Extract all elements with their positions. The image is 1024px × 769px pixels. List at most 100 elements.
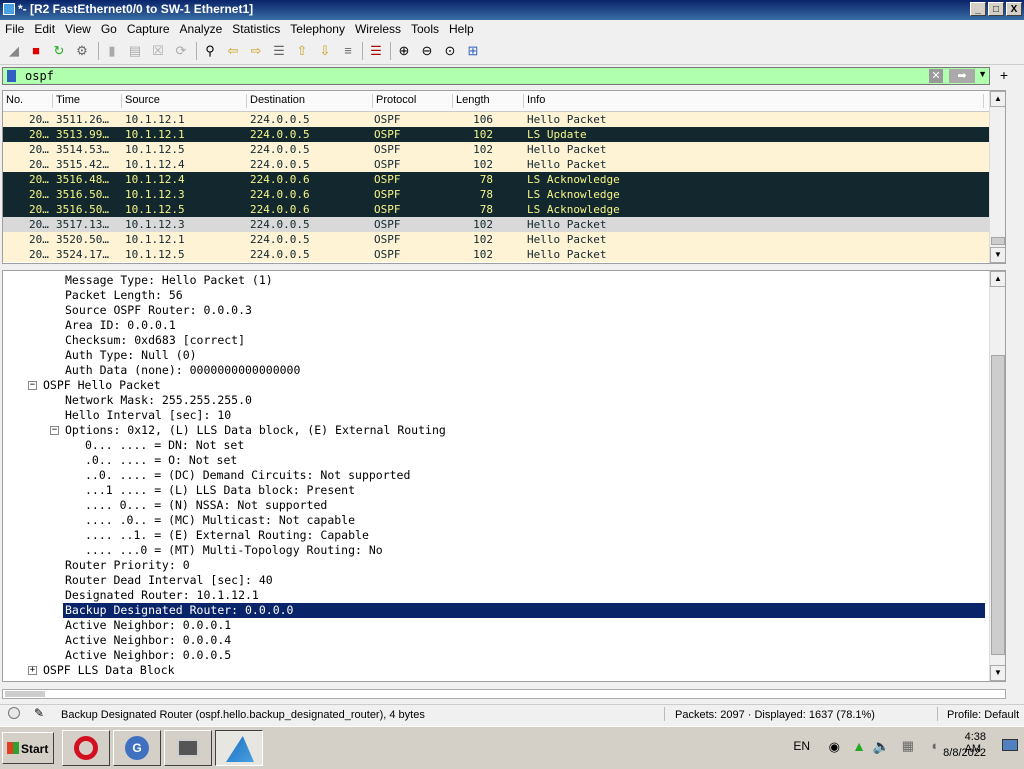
menu-edit[interactable]: Edit (29, 20, 60, 36)
edit-comment-icon[interactable]: ✎ (34, 706, 44, 720)
detail-line[interactable]: Network Mask: 255.255.255.0 (65, 393, 252, 408)
go-to-packet-icon[interactable]: ☰ (271, 43, 287, 59)
column-protocol[interactable]: Protocol (373, 94, 453, 108)
packet-row[interactable]: 20… 3516.50… 10.1.12.3 224.0.0.6 OSPF 78 LS Ac… (3, 187, 1005, 202)
menu-wireless[interactable]: Wireless (350, 20, 406, 36)
status-profile[interactable]: Profile: Default (947, 709, 1019, 721)
start-button[interactable]: Start (2, 732, 54, 764)
display-filter-input[interactable]: ospf ✕ ➡ ▼ (2, 67, 990, 85)
detail-line[interactable]: Checksum: 0xd683 [correct] (65, 333, 245, 348)
menu-statistics[interactable]: Statistics (227, 20, 285, 36)
detail-line[interactable]: .... 0... = (N) NSSA: Not supported (85, 498, 327, 513)
collapse-icon[interactable]: − (50, 426, 59, 435)
expand-icon[interactable]: + (28, 666, 37, 675)
detail-line[interactable]: ..0. .... = (DC) Demand Circuits: Not su… (85, 468, 410, 483)
reload-file-icon[interactable]: ⟳ (173, 43, 189, 59)
filter-history-dropdown-icon[interactable]: ▼ (978, 69, 987, 79)
packet-row[interactable]: 20… 3520.50… 10.1.12.1 224.0.0.5 OSPF 102 Hell… (3, 232, 1005, 247)
normal-size-icon[interactable]: ⊙ (442, 43, 458, 59)
packet-list-scrollbar[interactable]: ▲ ▼ (989, 91, 1005, 263)
autoscroll-icon[interactable]: ≡ (340, 43, 356, 59)
detail-line[interactable]: OSPF LLS Data Block (43, 663, 175, 678)
menu-analyze[interactable]: Analyze (175, 20, 228, 36)
packet-row[interactable]: 20… 3514.53… 10.1.12.5 224.0.0.5 OSPF 102 Hell… (3, 142, 1005, 157)
maximize-button[interactable]: □ (988, 2, 1004, 16)
expert-info-icon[interactable] (8, 707, 20, 719)
go-back-icon[interactable]: ⇦ (225, 43, 241, 59)
menu-capture[interactable]: Capture (122, 20, 175, 36)
bookmark-icon[interactable] (7, 70, 16, 82)
packet-row[interactable]: 20… 3511.26… 10.1.12.1 224.0.0.5 OSPF 106 Hell… (3, 112, 1005, 127)
find-packet-icon[interactable]: ⚲ (202, 43, 218, 59)
volume-icon[interactable]: 🔈 (873, 738, 890, 755)
colorize-icon[interactable]: ☰ (368, 43, 384, 59)
detail-line[interactable]: Area ID: 0.0.0.1 (65, 318, 176, 333)
zoom-in-icon[interactable]: ⊕ (396, 43, 412, 59)
packet-row[interactable]: 20… 3516.50… 10.1.12.5 224.0.0.6 OSPF 78 LS Ac… (3, 202, 1005, 217)
menu-go[interactable]: Go (96, 20, 122, 36)
network-alert-icon[interactable]: ▲ (852, 738, 866, 754)
minimize-button[interactable]: _ (970, 2, 986, 16)
close-button[interactable]: X (1006, 2, 1022, 16)
detail-line[interactable]: Active Neighbor: 0.0.0.4 (65, 633, 231, 648)
taskbar-gns3[interactable]: G (113, 730, 161, 766)
detail-line[interactable]: Hello Interval [sec]: 10 (65, 408, 231, 423)
restart-capture-icon[interactable]: ↻ (51, 43, 67, 59)
taskbar-putty[interactable] (164, 730, 212, 766)
scroll-down-icon[interactable]: ▼ (990, 665, 1005, 681)
network-icon[interactable]: ▦ (902, 738, 914, 754)
detail-line[interactable]: Router Dead Interval [sec]: 40 (65, 573, 273, 588)
detail-line[interactable]: Router Priority: 0 (65, 558, 190, 573)
packet-row[interactable]: 20… 3516.48… 10.1.12.4 224.0.0.6 OSPF 78 LS Ac… (3, 172, 1005, 187)
column-length[interactable]: Length (453, 94, 524, 108)
first-packet-icon[interactable]: ⇧ (294, 43, 310, 59)
detail-line[interactable]: .0.. .... = O: Not set (85, 453, 237, 468)
detail-line[interactable]: Options: 0x12, (L) LLS Data block, (E) E… (65, 423, 446, 438)
menu-help[interactable]: Help (444, 20, 479, 36)
detail-line[interactable]: .... ..1. = (E) External Routing: Capabl… (85, 528, 369, 543)
zoom-out-icon[interactable]: ⊖ (419, 43, 435, 59)
detail-line[interactable]: Active Neighbor: 0.0.0.5 (65, 648, 231, 663)
collapse-icon[interactable]: − (28, 381, 37, 390)
detail-line[interactable]: .... ...0 = (MT) Multi-Topology Routing:… (85, 543, 383, 558)
language-indicator[interactable]: EN (793, 739, 810, 753)
filter-text[interactable]: ospf (25, 69, 54, 83)
record-icon[interactable]: ◉ (829, 739, 840, 755)
column-destination[interactable]: Destination (247, 94, 373, 108)
bytes-pane-scrollbar[interactable] (0, 688, 1024, 702)
open-file-icon[interactable]: ▮ (104, 43, 120, 59)
detail-line[interactable]: Active Neighbor: 0.0.0.1 (65, 618, 231, 633)
column-time[interactable]: Time (53, 94, 122, 108)
go-forward-icon[interactable]: ⇨ (248, 43, 264, 59)
taskbar-opera[interactable] (62, 730, 110, 766)
column-info[interactable]: Info (524, 94, 984, 108)
scroll-thumb[interactable] (991, 237, 1005, 245)
scroll-down-icon[interactable]: ▼ (990, 247, 1005, 263)
packet-row[interactable]: 20… 3513.99… 10.1.12.1 224.0.0.5 OSPF 102 LS U… (3, 127, 1005, 142)
packet-row[interactable]: 20… 3524.17… 10.1.12.5 224.0.0.5 OSPF 102 Hell… (3, 247, 1005, 262)
menu-tools[interactable]: Tools (406, 20, 444, 36)
detail-line[interactable]: 0... .... = DN: Not set (85, 438, 244, 453)
column-no[interactable]: No. (3, 94, 53, 108)
detail-line-selected[interactable]: Backup Designated Router: 0.0.0.0 (63, 603, 985, 618)
scroll-thumb[interactable] (991, 355, 1005, 655)
menu-telephony[interactable]: Telephony (285, 20, 350, 36)
detail-line[interactable]: Source OSPF Router: 0.0.0.3 (65, 303, 252, 318)
apply-filter-icon[interactable]: ➡ (949, 69, 975, 83)
show-desktop-icon[interactable] (1002, 739, 1018, 751)
menu-file[interactable]: File (0, 20, 29, 36)
shark-fin-start-icon[interactable]: ◢ (6, 43, 22, 59)
menu-view[interactable]: View (60, 20, 96, 36)
detail-line[interactable]: Auth Data (none): 0000000000000000 (65, 363, 300, 378)
resize-columns-icon[interactable]: ⊞ (465, 43, 481, 59)
speaker-icon[interactable]: ◖ (930, 738, 938, 753)
column-source[interactable]: Source (122, 94, 247, 108)
detail-line[interactable]: Packet Length: 56 (65, 288, 183, 303)
packet-row[interactable]: 20… 3517.13… 10.1.12.3 224.0.0.5 OSPF 102 Hell… (3, 217, 1005, 232)
last-packet-icon[interactable]: ⇩ (317, 43, 333, 59)
save-file-icon[interactable]: ▤ (127, 43, 143, 59)
detail-line[interactable]: Auth Type: Null (0) (65, 348, 197, 363)
add-filter-button[interactable]: + (1000, 67, 1008, 83)
capture-options-icon[interactable]: ⚙ (74, 43, 90, 59)
scroll-up-icon[interactable]: ▲ (990, 91, 1005, 107)
